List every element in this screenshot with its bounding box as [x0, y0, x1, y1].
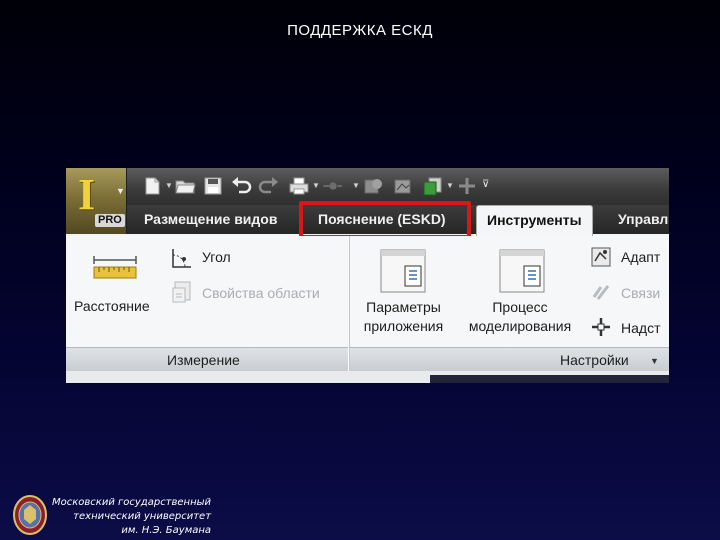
application-options-label[interactable]: Параметры приложения [356, 298, 451, 336]
tab-place-views[interactable]: Размещение видов [144, 205, 277, 234]
region-properties-label: Свойства области [202, 285, 320, 301]
slide-title: ПОДДЕРЖКА ЕСКД [287, 22, 433, 39]
application-menu-button[interactable]: I PRO ▼ [66, 168, 127, 234]
material-icon[interactable] [392, 176, 414, 196]
print-icon[interactable] [288, 176, 310, 196]
customize-qat-icon[interactable]: ⊽ [482, 179, 489, 190]
measure-distance-icon[interactable] [92, 254, 138, 280]
open-folder-icon[interactable] [174, 176, 196, 196]
bottom-strip [66, 371, 669, 383]
adapt-icon[interactable] [590, 246, 612, 268]
distance-label[interactable]: Расстояние [74, 298, 150, 314]
university-name: Московский государственный технический у… [52, 496, 211, 538]
tab-tools[interactable]: Инструменты [476, 205, 593, 236]
plus-icon[interactable] [456, 176, 478, 196]
application-options-line2: приложения [363, 318, 444, 334]
university-seal-icon [13, 495, 47, 535]
panel-separator [348, 236, 350, 371]
redo-icon[interactable] [258, 176, 280, 196]
application-options-line1: Параметры [366, 299, 441, 315]
undo-icon[interactable] [230, 176, 252, 196]
links-label: Связи [621, 285, 661, 301]
university-line2: технический университет [73, 511, 212, 522]
adapt-label[interactable]: Адапт [621, 249, 660, 265]
tab-manage[interactable]: Управл [618, 205, 668, 234]
modeling-process-label[interactable]: Процесс моделирования [458, 298, 582, 336]
appearance-icon[interactable] [362, 176, 384, 196]
pro-badge: PRO [95, 214, 125, 227]
add-ins-icon[interactable] [590, 316, 612, 338]
modeling-process-line1: Процесс [492, 299, 548, 315]
document-settings-icon[interactable] [421, 176, 443, 196]
measure-panel-title: Измерение [167, 352, 240, 368]
angle-label[interactable]: Угол [202, 249, 231, 265]
settings-dropdown-icon[interactable]: ▼ [650, 356, 659, 366]
new-file-icon[interactable] [141, 176, 163, 196]
settings-panel-title[interactable]: Настройки [560, 352, 629, 368]
university-line1: Московский государственный [52, 497, 212, 508]
region-properties-icon [172, 281, 191, 303]
application-options-icon[interactable] [379, 248, 427, 294]
new-dropdown-icon[interactable]: ▼ [165, 181, 173, 190]
quick-access-toolbar: ▼ ▼ ▼ ▼ ⊽ [66, 168, 669, 205]
links-icon [592, 285, 610, 300]
modeling-process-icon[interactable] [498, 248, 546, 294]
inventor-ribbon-screenshot: ▼ ▼ ▼ ▼ ⊽ I PRO ▼ Размещение видов Поясн… [66, 168, 669, 383]
highlight-frame [299, 201, 471, 239]
select-icon[interactable] [322, 176, 344, 196]
save-icon[interactable] [202, 176, 224, 196]
print-dropdown-icon[interactable]: ▼ [312, 181, 320, 190]
university-line3: им. Н.Э. Баумана [121, 525, 212, 536]
document-dropdown-icon[interactable]: ▼ [446, 181, 454, 190]
select-dropdown-icon[interactable]: ▼ [352, 181, 360, 190]
inventor-logo: I [78, 170, 96, 219]
angle-icon[interactable] [170, 246, 194, 270]
chevron-down-icon: ▼ [116, 186, 125, 196]
add-ins-label[interactable]: Надст [621, 320, 660, 336]
modeling-process-line2: моделирования [468, 318, 572, 334]
